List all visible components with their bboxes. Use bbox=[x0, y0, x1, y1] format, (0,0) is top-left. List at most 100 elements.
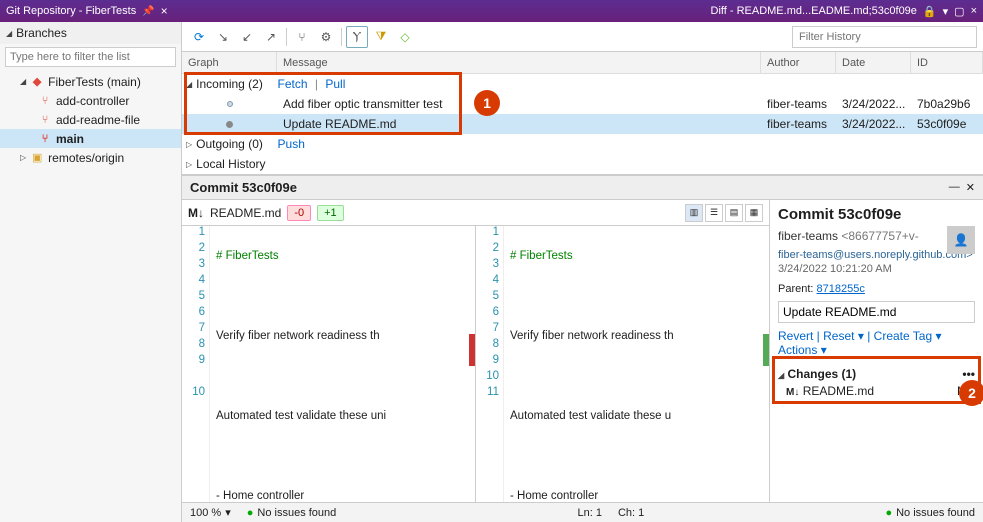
status-bar: 100 % ▾ ● No issues found Ln: 1 Ch: 1 ● … bbox=[182, 502, 983, 522]
zoom-level[interactable]: 100 % ▾ bbox=[190, 506, 231, 519]
maximize-icon[interactable]: ▢ bbox=[954, 5, 964, 18]
parent-link[interactable]: 8718255c bbox=[817, 283, 865, 295]
actions-link[interactable]: Actions bbox=[778, 343, 817, 357]
branch-label: add-controller bbox=[56, 94, 129, 108]
minimize-pane-icon[interactable]: — bbox=[949, 181, 960, 194]
fetch-link[interactable]: Fetch bbox=[278, 77, 308, 91]
push-icon[interactable]: ↗ bbox=[260, 26, 282, 48]
chevron-right-icon: ▷ bbox=[20, 153, 26, 162]
close-pane-icon[interactable]: ✕ bbox=[966, 181, 975, 194]
commit-message-input[interactable] bbox=[778, 301, 975, 323]
toggle2-icon[interactable]: ▦ bbox=[745, 204, 763, 222]
close-icon[interactable]: × bbox=[971, 5, 977, 17]
commit-date: 3/24/2022... bbox=[836, 97, 911, 111]
commit-author-email: fiber-teams@users.noreply.github.com> bbox=[778, 249, 975, 261]
local-history-group[interactable]: ▷ Local History bbox=[182, 154, 983, 174]
commit-author: fiber-teams bbox=[761, 97, 836, 111]
settings-icon[interactable]: ⚙ bbox=[315, 26, 337, 48]
pull-icon[interactable]: ↙ bbox=[236, 26, 258, 48]
branch-item[interactable]: ⑂ add-controller bbox=[0, 91, 181, 110]
branch-filter-input[interactable] bbox=[5, 47, 176, 67]
callout-1: 1 bbox=[474, 90, 500, 116]
check-icon: ● bbox=[885, 507, 892, 519]
diff-marker-added bbox=[763, 334, 769, 366]
line-gutter: 123456789 10 bbox=[182, 226, 210, 502]
close-tool-window-icon[interactable]: × bbox=[161, 4, 168, 18]
changed-file-name: README.md bbox=[803, 384, 874, 398]
chevron-down-icon: ◢ bbox=[186, 80, 192, 89]
col-message[interactable]: Message bbox=[277, 52, 761, 73]
branch-label: add-readme-file bbox=[56, 113, 140, 127]
refresh-icon[interactable]: ⟳ bbox=[188, 26, 210, 48]
incoming-label: Incoming (2) bbox=[196, 77, 263, 91]
col-graph[interactable]: Graph bbox=[182, 52, 277, 73]
branch-icon: ⑂ bbox=[38, 132, 52, 146]
branches-sidebar: ◢ Branches ◢ ◆ FiberTests (main) ⑂ add-c… bbox=[0, 22, 182, 522]
branch-item-main[interactable]: ⑂ main bbox=[0, 129, 181, 148]
side-by-side-view-icon[interactable]: ▥ bbox=[685, 204, 703, 222]
char-number[interactable]: Ch: 1 bbox=[618, 507, 644, 519]
commit-row[interactable]: Add fiber optic transmitter test fiber-t… bbox=[182, 94, 983, 114]
callout-2: 2 bbox=[959, 380, 983, 406]
branch-icon[interactable]: ⑂ bbox=[291, 26, 313, 48]
diff-title: Diff - README.md...EADME.md;53c0f09e bbox=[711, 5, 917, 17]
commit-message: Add fiber optic transmitter test bbox=[277, 97, 761, 111]
repo-node[interactable]: ◢ ◆ FiberTests (main) bbox=[0, 72, 181, 91]
branch-icon: ⑂ bbox=[38, 94, 52, 108]
local-history-label: Local History bbox=[196, 157, 265, 171]
dropdown-icon[interactable]: ▾ bbox=[943, 5, 949, 18]
toggle-icon[interactable]: ▤ bbox=[725, 204, 743, 222]
chevron-right-icon: ▷ bbox=[186, 140, 192, 149]
create-tag-link[interactable]: Create Tag bbox=[874, 329, 932, 343]
branch-icon: ⑂ bbox=[38, 113, 52, 127]
inline-view-icon[interactable]: ☰ bbox=[705, 204, 723, 222]
file-icon: M↓ bbox=[188, 206, 204, 220]
file-icon: M↓ bbox=[786, 387, 799, 398]
code-line: Automated test validate these uni bbox=[210, 410, 475, 426]
commit-row[interactable]: Update README.md fiber-teams 3/24/2022..… bbox=[182, 114, 983, 134]
chevron-right-icon: ▷ bbox=[186, 160, 192, 169]
commit-author-meta: <86677757+v- bbox=[841, 229, 918, 243]
chevron-down-icon[interactable]: ◢ bbox=[6, 29, 12, 38]
incoming-group[interactable]: ◢ Incoming (2) Fetch | Pull bbox=[182, 74, 983, 94]
changes-header[interactable]: ◢ Changes (1) ••• bbox=[778, 367, 975, 381]
commit-pane-title: Commit 53c0f09e — ✕ bbox=[182, 176, 983, 200]
remotes-node[interactable]: ▷ ▣ remotes/origin bbox=[0, 148, 181, 167]
code-line bbox=[504, 450, 769, 466]
code-line bbox=[210, 370, 475, 386]
pull-link[interactable]: Pull bbox=[325, 77, 345, 91]
commit-id: 53c0f09e bbox=[911, 117, 983, 131]
code-line: - Home controller bbox=[210, 490, 475, 502]
tag-icon[interactable]: ◇ bbox=[394, 26, 416, 48]
filter-history-input[interactable] bbox=[792, 26, 977, 48]
code-line: Automated test validate these u bbox=[504, 410, 769, 426]
changed-file-item[interactable]: M↓ README.md M bbox=[778, 381, 975, 401]
issues-status[interactable]: No issues found bbox=[257, 507, 336, 519]
line-number[interactable]: Ln: 1 bbox=[577, 507, 601, 519]
revert-link[interactable]: Revert bbox=[778, 329, 813, 343]
diff-right[interactable]: 1234567891011 # FiberTests Verify fiber … bbox=[475, 226, 769, 502]
repo-label: FiberTests (main) bbox=[48, 75, 141, 89]
outgoing-group[interactable]: ▷ Outgoing (0) Push bbox=[182, 134, 983, 154]
line-gutter: 1234567891011 bbox=[476, 226, 504, 502]
issues-status-2[interactable]: No issues found bbox=[896, 507, 975, 519]
code-line bbox=[210, 450, 475, 466]
graph-toggle-icon[interactable]: Ⲩ bbox=[346, 26, 368, 48]
col-date[interactable]: Date bbox=[836, 52, 911, 73]
branch-item[interactable]: ⑂ add-readme-file bbox=[0, 110, 181, 129]
code-line: # FiberTests bbox=[210, 250, 475, 266]
reset-link[interactable]: Reset bbox=[823, 329, 854, 343]
push-link[interactable]: Push bbox=[278, 137, 305, 151]
filter-icon[interactable]: ⧩ bbox=[370, 26, 392, 48]
col-author[interactable]: Author bbox=[761, 52, 836, 73]
more-icon[interactable]: ••• bbox=[962, 367, 975, 381]
diff-left[interactable]: 123456789 10 # FiberTests Verify fiber n… bbox=[182, 226, 475, 502]
folder-icon: ▣ bbox=[30, 151, 44, 165]
col-id[interactable]: ID bbox=[911, 52, 983, 73]
pin-icon[interactable]: 📌 bbox=[142, 6, 154, 17]
lock-icon: 🔒 bbox=[923, 5, 937, 18]
code-line: Verify fiber network readiness th bbox=[210, 330, 475, 346]
commit-details-pane: Commit 53c0f09e 👤 fiber-teams <86677757+… bbox=[770, 200, 983, 502]
fetch-icon[interactable]: ↘ bbox=[212, 26, 234, 48]
commit-date: 3/24/2022... bbox=[836, 117, 911, 131]
